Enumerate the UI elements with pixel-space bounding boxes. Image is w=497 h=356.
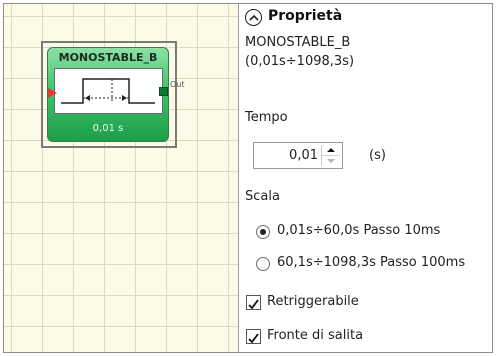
scala-option-1-label[interactable]: 0,01s÷60,0s Passo 10ms	[277, 223, 440, 238]
checkmark-icon	[248, 299, 259, 310]
scala-radio-1[interactable]	[256, 225, 270, 239]
properties-panel: Proprietà MONOSTABLE_B (0,01s÷1098,3s) T…	[238, 4, 492, 352]
block-timing-diagram	[54, 68, 163, 114]
tempo-value[interactable]: 0,01	[289, 148, 318, 163]
output-port-square-icon[interactable]	[159, 87, 168, 96]
radio-selected-dot	[260, 229, 266, 235]
collapse-chevron-icon[interactable]	[245, 9, 262, 26]
tempo-label: Tempo	[245, 110, 288, 125]
spin-buttons	[321, 145, 340, 166]
scala-label: Scala	[245, 189, 280, 204]
block-time-label: 0,01 s	[92, 123, 124, 134]
retriggerabile-checkbox[interactable]	[246, 295, 261, 310]
block-name-text: MONOSTABLE_B	[245, 35, 351, 50]
checkmark-icon	[248, 333, 259, 344]
tempo-unit: (s)	[369, 148, 386, 163]
block-range-text: (0,01s÷1098,3s)	[245, 54, 355, 69]
scala-option-2-label[interactable]: 60,1s÷1098,3s Passo 100ms	[277, 255, 465, 270]
fronte-salita-label[interactable]: Fronte di salita	[267, 328, 363, 343]
tempo-stepper[interactable]: 0,01	[253, 142, 343, 169]
output-port-label: Out	[170, 80, 185, 89]
scala-radio-2[interactable]	[256, 257, 270, 271]
retriggerabile-label[interactable]: Retriggerabile	[267, 294, 359, 309]
pulse-diagram-icon	[61, 78, 155, 104]
window-frame: MONOSTABLE_B 0,01 s In Out Proprietà MON…	[3, 3, 493, 353]
spin-up-icon[interactable]	[322, 145, 340, 156]
fronte-salita-checkbox[interactable]	[246, 329, 261, 344]
input-port-label: In	[59, 89, 67, 98]
block-title: MONOSTABLE_B	[58, 51, 158, 64]
design-canvas[interactable]: MONOSTABLE_B 0,01 s In Out	[4, 4, 238, 352]
spin-down-icon[interactable]	[322, 156, 340, 166]
panel-title: Proprietà	[268, 8, 343, 24]
input-port-arrow-icon[interactable]	[48, 88, 57, 98]
